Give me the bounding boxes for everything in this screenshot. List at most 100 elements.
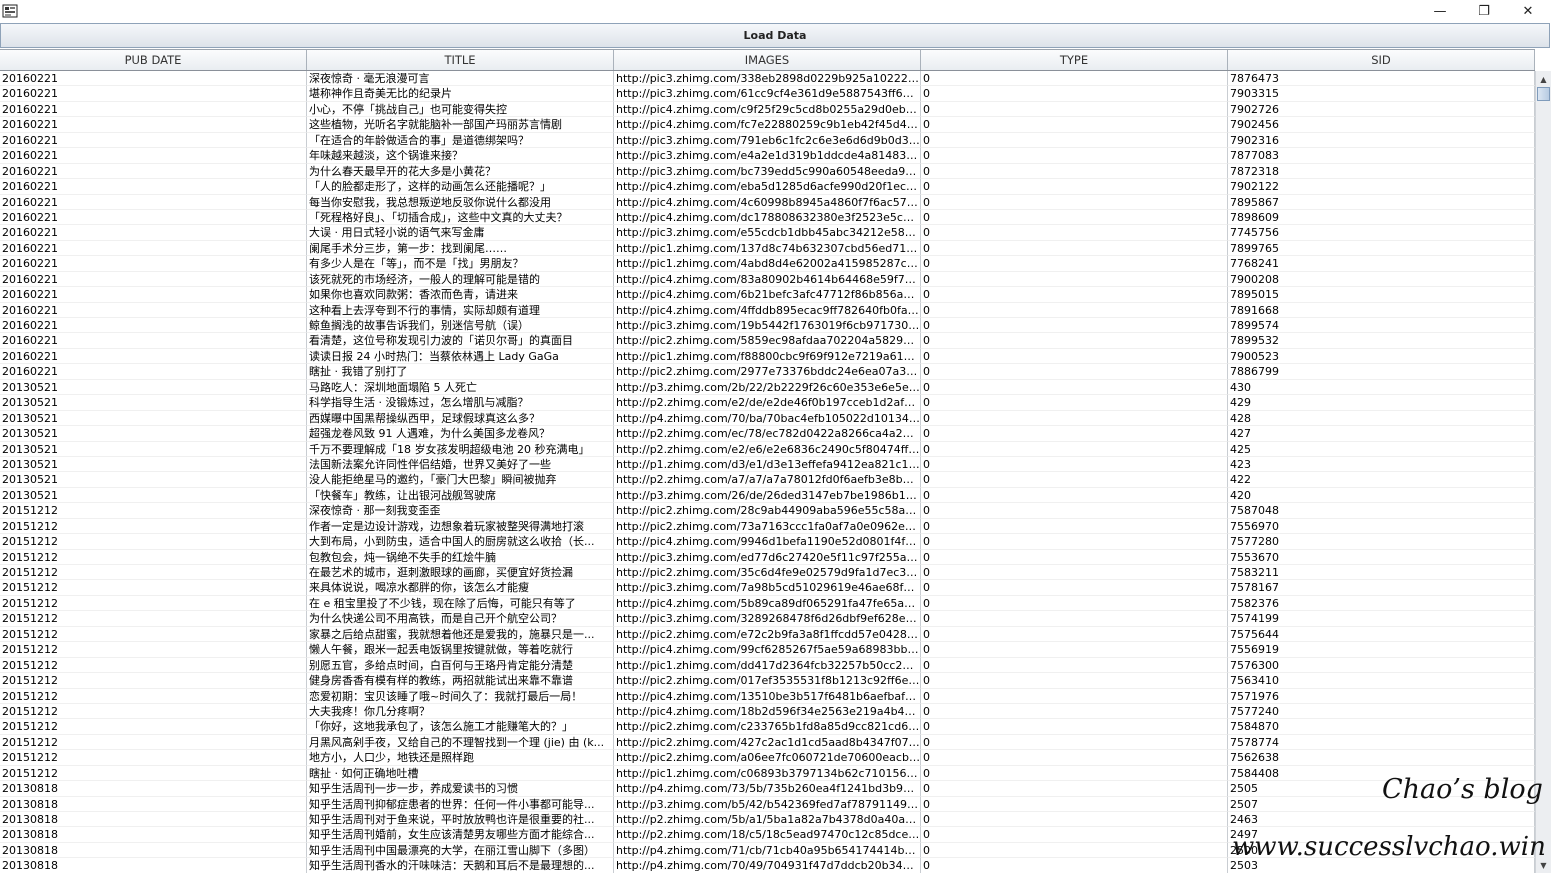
cell-pub-date[interactable]: 20160221 (0, 240, 307, 257)
minimize-button[interactable]: — (1418, 0, 1462, 22)
table-row[interactable]: 20160221 如果你也喜欢同款粥：香浓而色青，请进来 http://pic4.z… (0, 287, 1535, 303)
cell-pub-date[interactable]: 20160221 (0, 348, 307, 365)
cell-title[interactable]: 科学指导生活 · 没锻炼过，怎么增肌与减脂？ (307, 395, 614, 411)
cell-type[interactable]: 0 (921, 518, 1228, 535)
cell-sid[interactable]: 7563410 (1228, 673, 1535, 689)
cell-images[interactable]: http://p3.zhimg.com/b5/42/b542369fed7af7… (614, 796, 921, 812)
cell-title[interactable]: 「在适合的年龄做适合的事」是道德绑架吗？ (307, 132, 614, 149)
cell-pub-date[interactable]: 20160221 (0, 148, 307, 164)
cell-images[interactable]: http://pic2.zhimg.com/a06ee7fc060721de70… (614, 750, 921, 766)
cell-images[interactable]: http://pic3.zhimg.com/19b5442f1763019f6c… (614, 318, 921, 334)
cell-images[interactable]: http://pic4.zhimg.com/eba5d1285d6acfe990… (614, 179, 921, 195)
cell-type[interactable]: 0 (921, 379, 1228, 396)
cell-sid[interactable]: 7898609 (1228, 209, 1535, 226)
cell-sid[interactable]: 7571976 (1228, 688, 1535, 704)
cell-title[interactable]: 如果你也喜欢同款粥：香浓而色青，请进来 (307, 287, 614, 303)
cell-sid[interactable]: 7872318 (1228, 163, 1535, 180)
cell-title[interactable]: 月黑风高剁手夜，又给自己的不理智找到一个理 (jie) 由 (k... (307, 734, 614, 751)
cell-pub-date[interactable]: 20130521 (0, 456, 307, 473)
cell-images[interactable]: http://pic3.zhimg.com/e55cdcb1dbb45abc34… (614, 225, 921, 241)
cell-pub-date[interactable]: 20151212 (0, 580, 307, 596)
cell-images[interactable]: http://pic4.zhimg.com/6b21befc3afc47712f… (614, 287, 921, 303)
cell-title[interactable]: 大到布局，小到防虫，适合中国人的厨房就这么收拾（长... (307, 534, 614, 550)
cell-sid[interactable]: 7902456 (1228, 117, 1535, 133)
cell-sid[interactable]: 7886799 (1228, 364, 1535, 380)
cell-pub-date[interactable]: 20160221 (0, 271, 307, 288)
cell-images[interactable]: http://p3.zhimg.com/2b/22/2b2229f26c60e3… (614, 379, 921, 396)
cell-pub-date[interactable]: 20160221 (0, 132, 307, 149)
cell-images[interactable]: http://pic4.zhimg.com/5b89ca89df065291fa… (614, 595, 921, 612)
cell-type[interactable]: 0 (921, 225, 1228, 241)
cell-type[interactable]: 0 (921, 472, 1228, 488)
cell-type[interactable]: 0 (921, 117, 1228, 133)
cell-type[interactable]: 0 (921, 348, 1228, 365)
cell-title[interactable]: 堪称神作且奇美无比的纪录片 (307, 86, 614, 102)
cell-type[interactable]: 0 (921, 719, 1228, 735)
table-row[interactable]: 20130521 马路吃人：深圳地面塌陷 5 人死亡 http://p3.zhimg… (0, 379, 1535, 396)
cell-sid[interactable]: 7576300 (1228, 657, 1535, 674)
cell-title[interactable]: 千万不要理解成「18 岁女孩发明超级电池 20 秒充满电」 (307, 441, 614, 457)
cell-type[interactable]: 0 (921, 101, 1228, 118)
cell-images[interactable]: http://p2.zhimg.com/ec/78/ec782d0422a826… (614, 426, 921, 442)
column-header-type[interactable]: TYPE (921, 50, 1228, 70)
table-row[interactable]: 20160221 「死程格好良」、「切插合成」，这些中文真的大丈夫？ http://… (0, 209, 1535, 226)
table-row[interactable]: 20130818 知乎生活周刊一步一步，养成爱读书的习惯 http://p4.zhi… (0, 781, 1535, 797)
cell-title[interactable]: 鲸鱼搁浅的故事告诉我们，别迷信号航（误） (307, 318, 614, 334)
cell-sid[interactable]: 7899765 (1228, 240, 1535, 257)
cell-pub-date[interactable]: 20151212 (0, 719, 307, 735)
cell-title[interactable]: 瞎扯 · 如何正确地吐槽 (307, 765, 614, 782)
cell-images[interactable]: http://pic4.zhimg.com/4ffddb895ecac9ff78… (614, 302, 921, 318)
table-row[interactable]: 20151212 地方小，人口少，地铁还是照样跑 http://pic2.zhimg… (0, 750, 1535, 766)
cell-images[interactable]: http://pic4.zhimg.com/4c60998b8945a4860f… (614, 194, 921, 210)
table-row[interactable]: 20151212 为什么快递公司不用高铁，而是自己开个航空公司？ http://pi… (0, 611, 1535, 627)
cell-sid[interactable]: 7577240 (1228, 703, 1535, 720)
table-row[interactable]: 20160221 深夜惊奇 · 毫无浪漫可言 http://pic3.zhimg.c… (0, 71, 1535, 87)
cell-images[interactable]: http://pic2.zhimg.com/35c6d4fe9e02579d9f… (614, 565, 921, 581)
table-row[interactable]: 20151212 家暴之后给点甜蜜，我就想着他还是爱我的，施暴只是一... http… (0, 626, 1535, 643)
cell-type[interactable]: 0 (921, 194, 1228, 210)
cell-title[interactable]: 没人能拒绝星马的邀约，「豪门大巴黎」瞬间被抛弃 (307, 472, 614, 488)
table-row[interactable]: 20160221 瞎扯 · 我错了别打了 http://pic2.zhimg.com… (0, 364, 1535, 380)
cell-pub-date[interactable]: 20160221 (0, 163, 307, 180)
cell-sid[interactable]: 7891668 (1228, 302, 1535, 318)
table-row[interactable]: 20151212 月黑风高剁手夜，又给自己的不理智找到一个理 (jie) 由 (k… (0, 734, 1535, 751)
column-header-title[interactable]: TITLE (307, 50, 614, 70)
table-row[interactable]: 20130521 法国新法案允许同性伴侣结婚，世界又美好了一些 http://p1.… (0, 456, 1535, 473)
cell-type[interactable]: 0 (921, 688, 1228, 704)
cell-sid[interactable]: 430 (1228, 379, 1535, 396)
cell-sid[interactable]: 7578774 (1228, 734, 1535, 751)
cell-title[interactable]: 「快餐车」教练，让出银河战舰驾驶席 (307, 487, 614, 504)
table-row[interactable]: 20151212 大夫我疼！你几分疼啊？ http://pic4.zhimg.com… (0, 703, 1535, 720)
cell-images[interactable]: http://pic4.zhimg.com/fc7e22880259c9b1eb… (614, 117, 921, 133)
cell-type[interactable]: 0 (921, 410, 1228, 427)
cell-pub-date[interactable]: 20151212 (0, 611, 307, 627)
cell-title[interactable]: 懒人午餐，跟米一起丢电饭锅里按键就做，等着吃就行 (307, 642, 614, 658)
cell-pub-date[interactable]: 20130521 (0, 379, 307, 396)
cell-sid[interactable]: 7577280 (1228, 534, 1535, 550)
cell-title[interactable]: 法国新法案允许同性伴侣结婚，世界又美好了一些 (307, 456, 614, 473)
table-row[interactable]: 20160221 小心，不停「挑战自己」也可能变得失控 http://pic4.zh… (0, 101, 1535, 118)
cell-type[interactable]: 0 (921, 132, 1228, 149)
cell-title[interactable]: 年味越来越淡，这个锅谁来接？ (307, 148, 614, 164)
column-header-pub-date[interactable]: PUB DATE (0, 50, 307, 70)
cell-images[interactable]: http://pic1.zhimg.com/137d8c74b632307cbd… (614, 240, 921, 257)
cell-pub-date[interactable]: 20160221 (0, 117, 307, 133)
cell-type[interactable]: 0 (921, 750, 1228, 766)
table-row[interactable]: 20130521 科学指导生活 · 没锻炼过，怎么增肌与减脂？ http://p2.… (0, 395, 1535, 411)
cell-pub-date[interactable]: 20151212 (0, 657, 307, 674)
cell-pub-date[interactable]: 20160221 (0, 71, 307, 87)
cell-title[interactable]: 大夫我疼！你几分疼啊？ (307, 703, 614, 720)
cell-images[interactable]: http://p2.zhimg.com/a7/a7/a7a78012fd0f6a… (614, 472, 921, 488)
cell-pub-date[interactable]: 20130521 (0, 410, 307, 427)
cell-images[interactable]: http://pic4.zhimg.com/c9f25f29c5cd8b0255… (614, 101, 921, 118)
cell-type[interactable]: 0 (921, 734, 1228, 751)
cell-sid[interactable]: 428 (1228, 410, 1535, 427)
cell-pub-date[interactable]: 20160221 (0, 179, 307, 195)
cell-sid[interactable]: 7582376 (1228, 595, 1535, 612)
cell-pub-date[interactable]: 20160221 (0, 209, 307, 226)
table-row[interactable]: 20151212 在最艺术的城市，逛刺激眼球的画廊，买便宜好货捡漏 http://p… (0, 565, 1535, 581)
table-row[interactable]: 20151212 深夜惊奇 · 那一刻我变歪歪 http://pic2.zhimg.… (0, 503, 1535, 519)
table-row[interactable]: 20151212 瞎扯 · 如何正确地吐槽 http://pic1.zhimg.co… (0, 765, 1535, 782)
cell-images[interactable]: http://p2.zhimg.com/5b/a1/5ba1a82a7b4378… (614, 812, 921, 828)
cell-pub-date[interactable]: 20151212 (0, 518, 307, 535)
